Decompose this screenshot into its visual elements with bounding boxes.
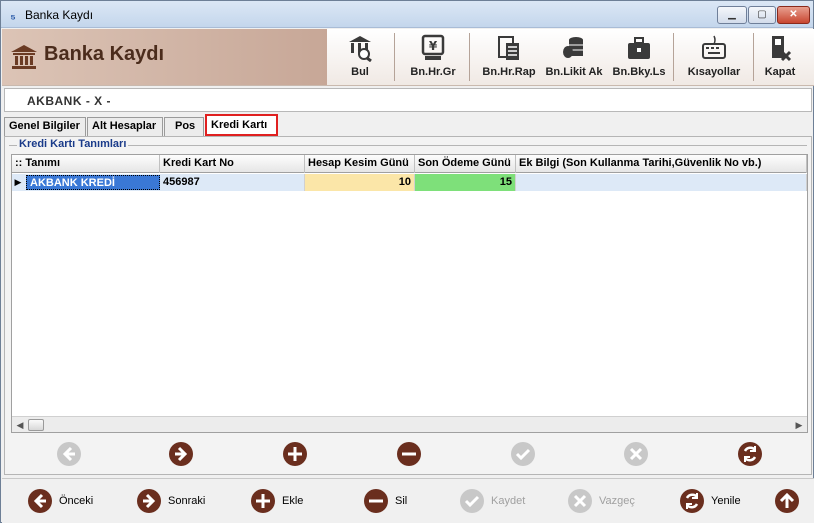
page-title: Banka Kaydı [44, 43, 165, 65]
bn-likit-ak-label: Bn.Likit Ak [545, 66, 603, 78]
sonraki-button[interactable]: Sonraki [136, 486, 236, 516]
sil-label: Sil [395, 495, 408, 507]
arrow-left-icon [28, 489, 52, 513]
close-window-button[interactable]: ✕ [777, 6, 810, 24]
check-icon [460, 489, 484, 513]
close-document-icon [772, 36, 792, 62]
tab-kredi-karti[interactable]: Kredi Kartı [205, 114, 278, 136]
coins-icon [563, 37, 583, 58]
kredi-karti-panel: Kredi Kartı Tanımları :: Tanımı Kredi Ka… [4, 136, 812, 475]
banka-kaydi-window: ₅ Banka Kaydı ▁ ▢ ✕ Banka Kaydı Bul ¥ Bn… [0, 0, 814, 523]
grid-prev-icon[interactable] [56, 441, 82, 467]
bank-search-icon [349, 36, 372, 62]
grid-header: :: Tanımı Kredi Kart No Hesap Kesim Günü… [12, 155, 807, 173]
record-context-bar: AKBANK - X - [4, 88, 812, 112]
cell-kredi-kart-no[interactable]: 456987 [160, 174, 305, 191]
vazgec-label: Vazgeç [599, 495, 635, 507]
kaydet-button[interactable]: Kaydet [459, 486, 549, 516]
column-header-son-odeme-gunu[interactable]: Son Ödeme Günü [415, 155, 516, 173]
keyboard-icon [702, 35, 726, 59]
toolbar-separator [753, 33, 754, 81]
report-icon [498, 36, 519, 60]
kredi-karti-grid[interactable]: :: Tanımı Kredi Kart No Hesap Kesim Günü… [11, 154, 808, 433]
bn-hr-gr-button[interactable]: ¥ Bn.Hr.Gr [402, 29, 464, 85]
toolbar-separator [394, 33, 395, 81]
yenile-label: Yenile [711, 495, 741, 507]
plus-icon [251, 489, 275, 513]
bank-icon [11, 45, 37, 69]
column-header-tanimi[interactable]: :: Tanımı [12, 155, 160, 173]
bn-hr-rap-label: Bn.Hr.Rap [482, 66, 536, 78]
cell-son-odeme-gunu[interactable]: 15 [415, 174, 516, 191]
onceki-label: Önceki [59, 495, 94, 507]
tab-alt-hesaplar[interactable]: Alt Hesaplar [87, 117, 163, 136]
tab-pos[interactable]: Pos [164, 117, 204, 136]
app-logo-icon: ₅ [10, 8, 16, 22]
toolbar-separator [469, 33, 470, 81]
bn-hr-rap-button[interactable]: Bn.Hr.Rap [476, 29, 542, 85]
grid-delete-icon[interactable] [396, 441, 422, 467]
kisayollar-label: Kısayollar [687, 66, 741, 78]
brand-area: Banka Kaydı [2, 29, 327, 85]
grid-add-icon[interactable] [282, 441, 308, 467]
sonraki-label: Sonraki [168, 495, 206, 507]
bul-button[interactable]: Bul [328, 29, 392, 85]
title-bar: ₅ Banka Kaydı ▁ ▢ ✕ [1, 1, 813, 28]
x-icon [568, 489, 592, 513]
panel-title: Kredi Kartı Tanımları [17, 138, 129, 150]
minimize-button[interactable]: ▁ [717, 6, 747, 24]
maximize-button[interactable]: ▢ [748, 6, 776, 24]
ekle-label: Ekle [282, 495, 304, 507]
scroll-left-icon[interactable]: ◀ [13, 418, 27, 432]
kapat-button[interactable]: Kapat [756, 29, 804, 85]
tab-genel-bilgiler[interactable]: Genel Bilgiler [4, 117, 86, 136]
bottom-action-bar: Önceki Sonraki Ekle Sil Kaydet Vazgeç Ye… [2, 478, 814, 523]
kisayollar-button[interactable]: Kısayollar [678, 29, 750, 85]
window-title: Banka Kaydı [25, 8, 94, 22]
scroll-right-icon[interactable]: ▶ [792, 418, 806, 432]
bn-bky-ls-label: Bn.Bky.Ls [612, 66, 666, 78]
kapat-label: Kapat [764, 66, 796, 78]
grid-refresh-icon[interactable] [737, 441, 763, 467]
cell-hesap-kesim-gunu[interactable]: 10 [305, 174, 415, 191]
vazgec-button[interactable]: Vazgeç [567, 486, 657, 516]
yenile-button[interactable]: Yenile [679, 486, 769, 516]
horizontal-scrollbar[interactable]: ◀ ▶ [12, 416, 807, 432]
toolbar-header: Banka Kaydı Bul ¥ Bn.Hr.Gr Bn.Hr.Rap Bn.… [2, 29, 814, 86]
bn-bky-ls-button[interactable]: Bn.Bky.Ls [608, 29, 670, 85]
bn-hr-gr-label: Bn.Hr.Gr [410, 66, 456, 78]
grid-next-icon[interactable] [168, 441, 194, 467]
kaydet-label: Kaydet [491, 495, 526, 507]
sil-button[interactable]: Sil [363, 486, 433, 516]
scroll-thumb[interactable] [28, 419, 44, 431]
group-border [9, 145, 807, 146]
bul-label: Bul [351, 66, 369, 78]
svg-text:¥: ¥ [429, 39, 438, 53]
toolbar-separator [673, 33, 674, 81]
scroll-top-icon[interactable] [774, 488, 800, 514]
refresh-icon [680, 489, 704, 513]
onceki-button[interactable]: Önceki [27, 486, 127, 516]
arrow-right-icon [137, 489, 161, 513]
table-row[interactable]: ▶ AKBANK KREDİ 456987 10 15 [12, 174, 807, 191]
bank-entry-icon: ¥ [421, 34, 445, 60]
tab-strip: Genel Bilgiler Alt Hesaplar Pos Kredi Ka… [4, 114, 812, 136]
column-header-ek-bilgi[interactable]: Ek Bilgi (Son Kullanma Tarihi,Güvenlik N… [516, 155, 807, 173]
grid-save-icon[interactable] [510, 441, 536, 467]
bn-likit-ak-button[interactable]: Bn.Likit Ak [542, 29, 606, 85]
ekle-button[interactable]: Ekle [250, 486, 330, 516]
column-header-hesap-kesim-gunu[interactable]: Hesap Kesim Günü [305, 155, 415, 173]
briefcase-icon [628, 37, 650, 59]
row-indicator-icon: ▶ [14, 177, 22, 187]
grid-cancel-icon[interactable] [623, 441, 649, 467]
cell-tanimi[interactable]: AKBANK KREDİ [26, 175, 160, 190]
column-header-kredi-kart-no[interactable]: Kredi Kart No [160, 155, 305, 173]
cell-ek-bilgi[interactable] [516, 174, 807, 191]
minus-icon [364, 489, 388, 513]
record-context-text: AKBANK - X - [27, 94, 111, 108]
